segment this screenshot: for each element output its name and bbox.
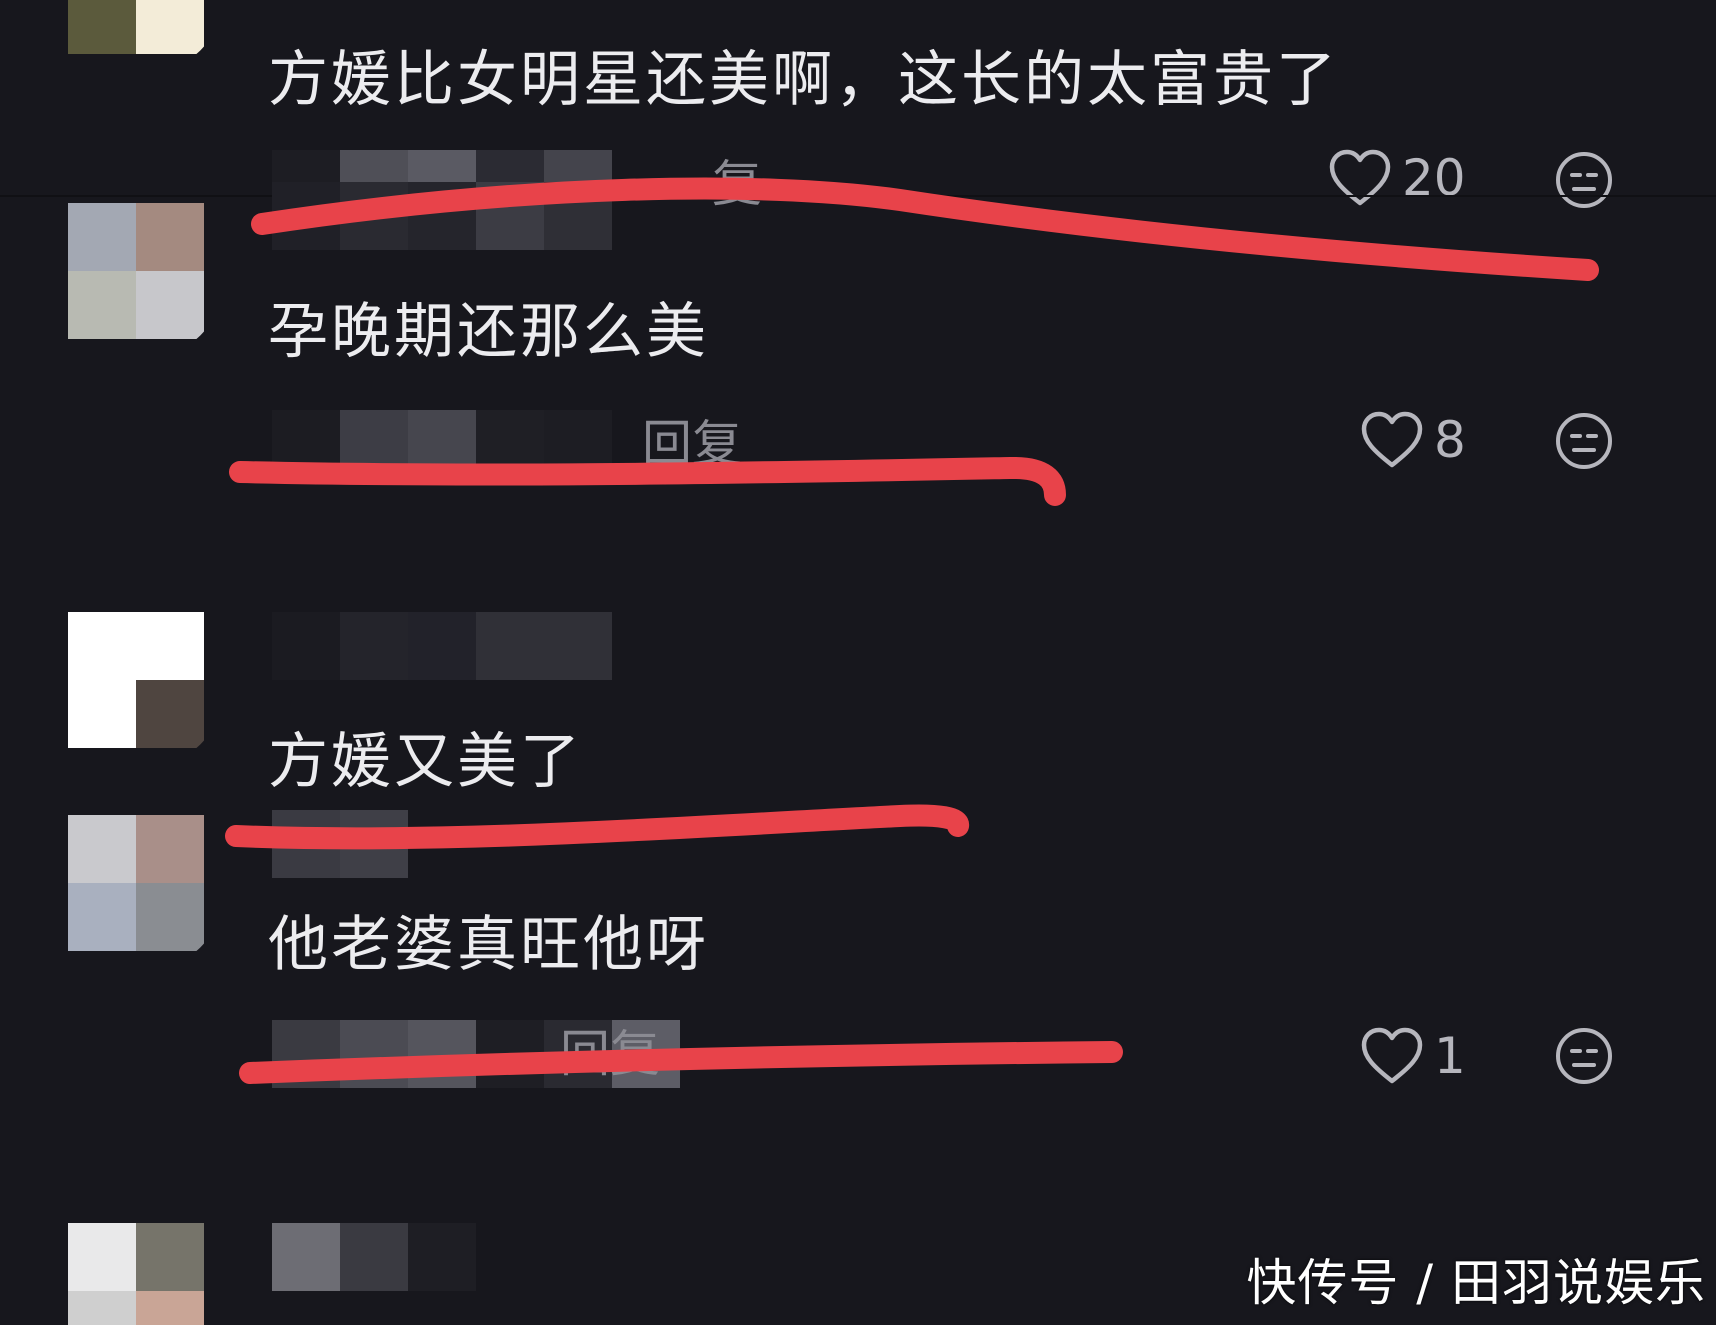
like-count: 1 — [1434, 1027, 1466, 1085]
neutral-face-icon[interactable] — [1554, 150, 1614, 210]
avatar[interactable] — [68, 203, 218, 353]
comment-text: 孕晚期还那么美 — [268, 297, 709, 367]
watermark: 快传号 / 田羽说娱乐 — [1246, 1254, 1706, 1312]
like-count: 20 — [1402, 149, 1466, 207]
neutral-face-icon[interactable] — [1554, 1026, 1614, 1086]
heart-outline-icon — [1361, 1027, 1423, 1084]
like-button[interactable]: 1 — [1360, 1026, 1466, 1086]
comment-meta: 回复 — [272, 1020, 680, 1088]
like-count: 8 — [1434, 411, 1466, 469]
avatar[interactable] — [68, 0, 218, 68]
comment-text: 他老婆真旺他呀 — [268, 910, 709, 980]
heart-outline-icon — [1361, 411, 1423, 468]
comment-text: 方媛比女明星还美啊，这长的太富贵了 — [268, 45, 1339, 115]
username[interactable] — [272, 1223, 476, 1291]
divider — [0, 195, 1716, 197]
comment-feed-screenshot: 方媛比女明星还美啊，这长的太富贵了 复 20 孕晚期还那么美 回复 8 方媛又美… — [0, 0, 1716, 1325]
like-button[interactable]: 8 — [1360, 410, 1466, 470]
username[interactable] — [272, 182, 612, 250]
username[interactable] — [272, 810, 408, 878]
avatar[interactable] — [68, 1223, 218, 1325]
reply-link[interactable]: 回复 — [560, 1020, 660, 1088]
avatar[interactable] — [68, 815, 218, 965]
heart-outline-icon — [1329, 149, 1391, 206]
username[interactable] — [272, 612, 612, 680]
avatar[interactable] — [68, 612, 218, 762]
reply-link[interactable]: 回复 — [642, 410, 742, 478]
like-button[interactable]: 20 — [1328, 148, 1466, 208]
reply-link[interactable]: 复 — [712, 150, 762, 218]
neutral-face-icon[interactable] — [1554, 411, 1614, 471]
comment-text: 方媛又美了 — [268, 727, 583, 797]
comment-meta: 回复 — [272, 410, 742, 478]
